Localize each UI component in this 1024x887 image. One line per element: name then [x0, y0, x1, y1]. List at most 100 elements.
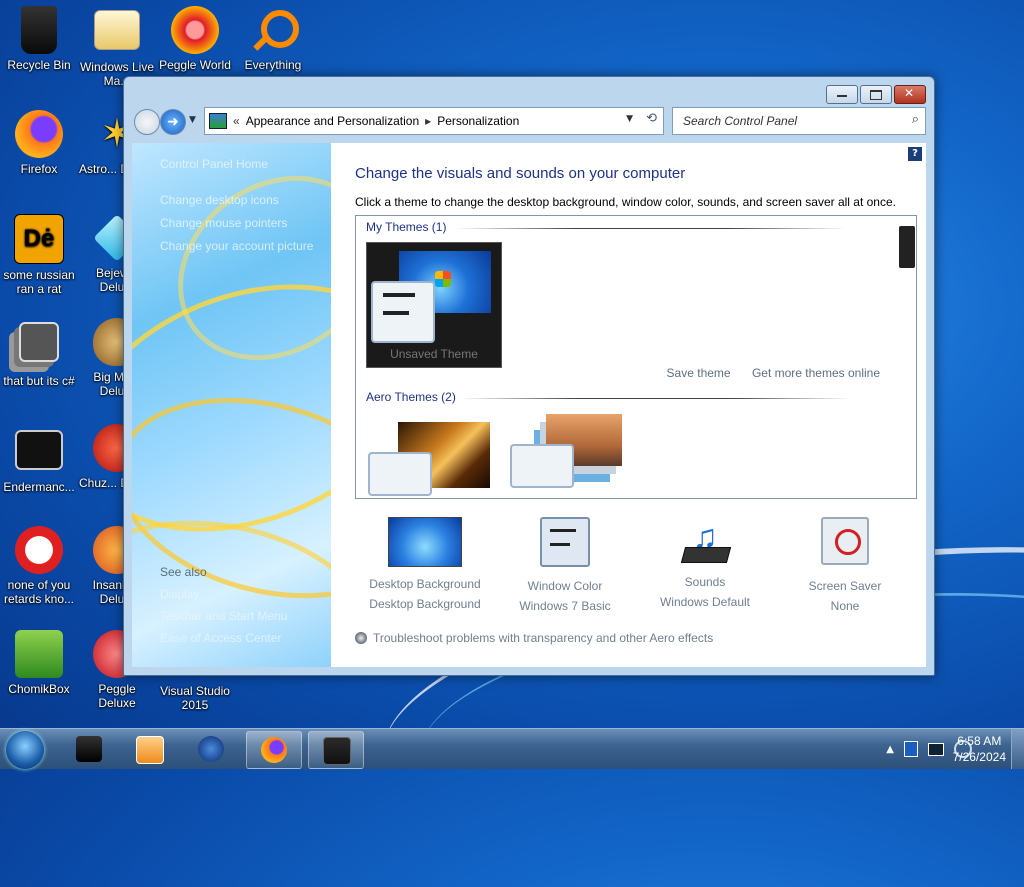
desktop-icon-visual-studio[interactable]: Visual Studio 2015: [156, 684, 234, 712]
window-controls: [826, 85, 926, 104]
my-themes-header: My Themes (1): [366, 220, 447, 234]
breadcrumb-personalization[interactable]: Personalization: [437, 114, 519, 128]
dark-box-icon: [76, 736, 102, 762]
aero-themes-header: Aero Themes (2): [366, 390, 456, 404]
content-pane: ? Change the visuals and sounds on your …: [331, 143, 926, 667]
windows-stack-icon: [19, 322, 59, 362]
screen-saver-icon: [821, 517, 869, 565]
taskbar-item-globe[interactable]: [184, 731, 238, 767]
screen-saver-value: None: [830, 599, 860, 613]
theme-unsaved[interactable]: Unsaved Theme: [366, 242, 502, 368]
de-app-icon: Dė: [14, 214, 64, 264]
theme-window-preview: [510, 444, 574, 488]
desktop-icon-recycle-bin[interactable]: Recycle Bin: [0, 6, 78, 72]
back-button[interactable]: [134, 109, 160, 135]
media-player-icon: [136, 736, 164, 764]
desktop-icon-firefox[interactable]: Firefox: [0, 110, 78, 176]
control-panel-home-link[interactable]: Control Panel Home: [160, 157, 268, 171]
clock[interactable]: 6:58 AM 7/26/2024: [953, 733, 1006, 765]
desktop-background-icon: [388, 517, 462, 567]
troubleshoot-link[interactable]: Troubleshoot problems with transparency …: [355, 631, 713, 645]
desktop-background-title: Desktop Background: [369, 577, 481, 591]
personalization-window: ➜ ▼ « Appearance and Personalization ▸ P…: [123, 76, 935, 676]
desktop-icon-peggle-world[interactable]: Peggle World: [156, 6, 234, 72]
ease-of-access-link[interactable]: Ease of Access Center: [160, 631, 281, 645]
chevron-down-icon[interactable]: ▼: [626, 114, 633, 124]
chomikbox-icon: [15, 630, 63, 678]
taskbar-item-recycle[interactable]: [62, 731, 116, 767]
red-dragon-icon: [15, 526, 63, 574]
screen-saver-title: Screen Saver: [808, 579, 882, 593]
breadcrumb-appearance[interactable]: Appearance and Personalization: [246, 114, 419, 128]
recent-pages-dropdown[interactable]: ▼: [189, 115, 196, 125]
sounds-title: Sounds: [684, 575, 726, 589]
screen-saver-item[interactable]: Screen Saver None: [775, 517, 915, 613]
desktop-icon-some-russian[interactable]: Dė some russian ran a rat: [0, 214, 78, 296]
monitor-icon[interactable]: [928, 742, 944, 756]
firefox-icon: [261, 737, 287, 763]
address-bar[interactable]: « Appearance and Personalization ▸ Perso…: [204, 107, 664, 135]
desktop-icon-endermanc[interactable]: Endermanc...: [0, 424, 78, 494]
recycle-bin-icon: [21, 6, 57, 54]
taskbar-item-control-panel[interactable]: [308, 731, 364, 769]
terminal-icon: [15, 430, 63, 470]
change-account-picture-link[interactable]: Change your account picture: [160, 239, 313, 253]
maximize-button[interactable]: [860, 85, 892, 104]
theme-aero-1[interactable]: [368, 422, 490, 496]
desktop-icon-that-but-its-csharp[interactable]: that but its c#: [0, 318, 78, 388]
help-icon[interactable]: ?: [908, 147, 922, 161]
magnifier-icon: [249, 6, 299, 54]
sounds-item[interactable]: ♫ Sounds Windows Default: [635, 517, 775, 609]
get-more-themes-link[interactable]: Get more themes online: [752, 366, 880, 380]
group-divider: [456, 228, 846, 229]
troubleshoot-label: Troubleshoot problems with transparency …: [373, 631, 714, 645]
globe-icon: [198, 736, 224, 762]
minimize-button[interactable]: [826, 85, 858, 104]
forward-button[interactable]: ➜: [160, 109, 186, 135]
desktop-background-item[interactable]: Desktop Background Desktop Background: [355, 517, 495, 611]
save-theme-link[interactable]: Save theme: [667, 366, 731, 380]
breadcrumb-separator[interactable]: ▸: [425, 114, 431, 128]
search-box: ⌕: [672, 107, 926, 135]
theme-label: Unsaved Theme: [390, 347, 478, 361]
desktop-icon-everything[interactable]: Everything: [234, 6, 312, 72]
clock-date: 7/26/2024: [952, 750, 1006, 764]
start-button[interactable]: [6, 731, 44, 769]
window-color-item[interactable]: Window Color Windows 7 Basic: [495, 517, 635, 613]
firefox-icon: [15, 110, 63, 158]
theme-list: My Themes (1) Unsaved Theme Save theme G…: [355, 215, 917, 499]
breadcrumb-overflow[interactable]: «: [233, 114, 240, 128]
control-panel-icon: [209, 113, 227, 129]
mail-icon: [94, 10, 140, 50]
clock-time: 6:58 AM: [957, 734, 1002, 748]
desktop-icon-chomikbox[interactable]: ChomikBox: [0, 630, 78, 696]
change-desktop-icons-link[interactable]: Change desktop icons: [160, 193, 279, 207]
tray-chevron-up-icon[interactable]: ▲: [886, 744, 894, 755]
close-button[interactable]: [894, 85, 926, 104]
scrollbar-thumb[interactable]: [899, 226, 915, 268]
display-link[interactable]: Display: [160, 587, 199, 601]
theme-aero-2[interactable]: [510, 414, 622, 488]
change-mouse-pointers-link[interactable]: Change mouse pointers: [160, 216, 287, 230]
vertical-scrollbar[interactable]: [898, 216, 916, 498]
window-color-icon: [540, 517, 590, 567]
troubleshoot-icon: [355, 632, 367, 644]
network-device-icon[interactable]: [904, 741, 918, 757]
taskbar-item-media-player[interactable]: [122, 731, 176, 767]
taskbar-start-menu-link[interactable]: Taskbar and Start Menu: [160, 609, 287, 623]
address-row: ➜ ▼ « Appearance and Personalization ▸ P…: [132, 107, 926, 137]
windows-logo-icon: [435, 271, 451, 287]
search-input[interactable]: [681, 109, 895, 133]
theme-window-preview: [371, 281, 435, 343]
peggle-world-icon: [171, 6, 219, 54]
search-icon[interactable]: ⌕: [912, 112, 919, 127]
control-panel-icon: [323, 737, 351, 765]
refresh-icon[interactable]: ⟲: [646, 111, 657, 126]
desktop-icon-none-of-you[interactable]: none of you retards kno...: [0, 526, 78, 606]
sounds-icon: ♫: [679, 517, 732, 569]
sounds-value: Windows Default: [659, 595, 751, 609]
theme-components: Desktop Background Desktop Background Wi…: [355, 517, 915, 617]
show-desktop-button[interactable]: [1011, 729, 1024, 769]
taskbar-item-firefox[interactable]: [246, 731, 302, 769]
taskbar: ▲ 6:58 AM 7/26/2024: [0, 728, 1024, 769]
